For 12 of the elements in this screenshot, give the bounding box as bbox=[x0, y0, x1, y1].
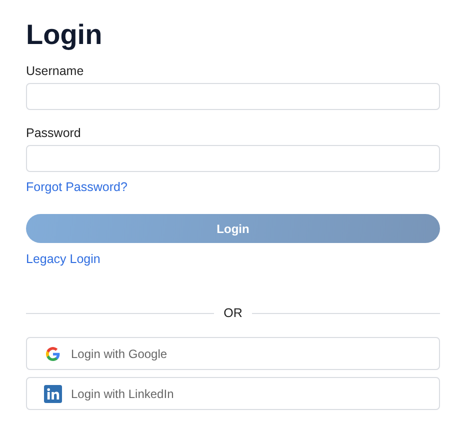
field-label: Username bbox=[26, 64, 84, 78]
forgot-password-link[interactable]: Forgot Password? bbox=[26, 180, 128, 194]
input-field[interactable] bbox=[26, 145, 440, 172]
field-label: Password bbox=[26, 126, 81, 140]
google-g-icon bbox=[46, 346, 60, 360]
social-login-button[interactable]: Login with Google bbox=[26, 337, 440, 370]
page-title: Login bbox=[26, 18, 102, 52]
social-login-button[interactable]: Login with LinkedIn bbox=[26, 377, 440, 410]
linkedin-icon bbox=[44, 384, 62, 402]
input-field[interactable] bbox=[26, 83, 440, 110]
legacy-login-link[interactable]: Legacy Login bbox=[26, 252, 100, 266]
divider-label: OR bbox=[224, 306, 242, 320]
